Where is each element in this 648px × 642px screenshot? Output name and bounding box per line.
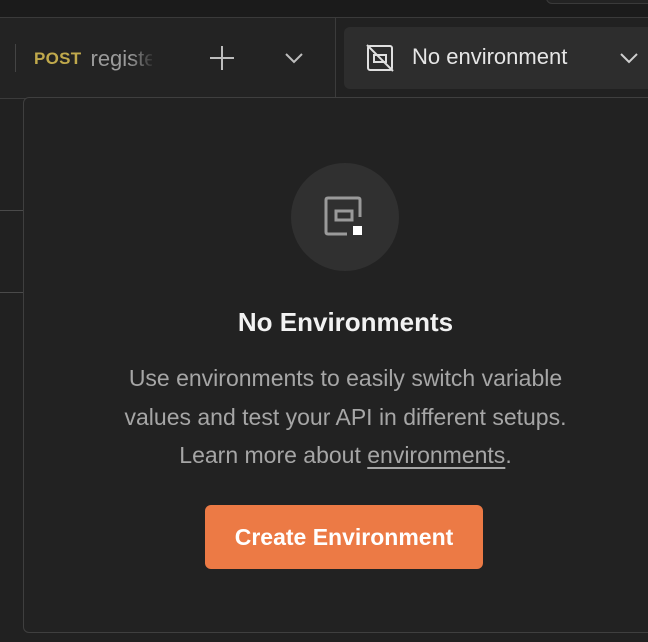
request-tabbar: POST register: [0, 18, 336, 99]
tab-fade-overlay: [130, 44, 156, 74]
chevron-down-icon: [285, 53, 303, 64]
request-method-badge: POST: [34, 49, 82, 68]
description-text: Learn more about: [179, 442, 368, 468]
tab-divider: [15, 44, 16, 72]
environment-off-icon: [366, 44, 394, 72]
tabs-menu-button[interactable]: [274, 38, 314, 78]
app-window: POST register No environment: [0, 0, 648, 642]
description-text: .: [505, 442, 512, 468]
sidebar-divider: [0, 292, 24, 293]
environments-popover: No Environments Use environments to easi…: [23, 97, 648, 633]
tabbar-divider: [335, 18, 336, 98]
description-line: Use environments to easily switch variab…: [128, 365, 563, 391]
description-line: values and test your API in different se…: [124, 403, 567, 430]
top-toolbar-control[interactable]: [546, 0, 648, 4]
chevron-down-icon: [620, 53, 638, 64]
empty-state-title: No Environments: [237, 307, 454, 337]
environment-selector[interactable]: No environment: [344, 27, 648, 89]
create-environment-button[interactable]: Create Environment: [205, 505, 483, 569]
empty-state-description: Use environments to easily switch variab…: [64, 359, 627, 475]
sidebar-divider: [0, 210, 24, 211]
add-tab-button[interactable]: [202, 38, 242, 78]
empty-state-icon-container: [291, 163, 399, 271]
plus-icon: [210, 46, 234, 70]
environment-selector-label: No environment: [412, 44, 568, 69]
description-line: Learn more about environments.: [64, 436, 627, 475]
top-toolbar-strip: [0, 0, 648, 18]
environments-docs-link[interactable]: environments: [367, 442, 505, 468]
environment-icon: [324, 196, 362, 236]
